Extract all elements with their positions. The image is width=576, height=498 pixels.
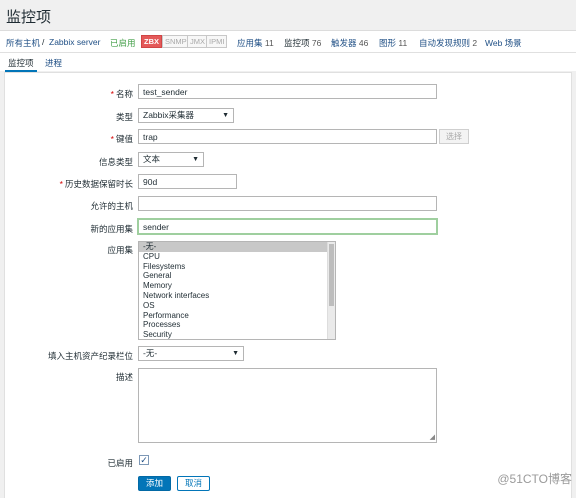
page-header: [0, 0, 576, 31]
applications-link[interactable]: 应用集 11: [237, 37, 274, 49]
graphs-count: 11: [398, 38, 408, 48]
inventory-field-label: 填入主机资产纪录栏位: [47, 351, 133, 361]
applications-option[interactable]: -无-: [139, 242, 335, 252]
key-label: * 键值: [110, 134, 133, 144]
history-label: * 历史数据保留时长: [59, 179, 133, 189]
ipmi-availability-badge: IPMI: [206, 35, 228, 48]
item-form: * 名称 test_sender 类型 Zabbix采集器 ▼ * 键值 trap …: [4, 72, 572, 498]
name-input[interactable]: test_sender: [138, 84, 437, 99]
web-scenarios-link[interactable]: Web 场景: [485, 37, 522, 49]
key-select-button[interactable]: 选择: [439, 129, 469, 144]
applications-option[interactable]: CPU: [139, 252, 335, 262]
applications-option[interactable]: Memory: [139, 281, 335, 291]
chevron-down-icon: ▼: [222, 112, 229, 119]
snmp-availability-badge: SNMP: [162, 35, 190, 48]
new-application-label: 新的应用集: [90, 224, 133, 234]
discovery-rules-count: 2: [472, 38, 478, 48]
discovery-rules-link[interactable]: 自动发现规则 2: [419, 37, 477, 49]
info-type-label: 信息类型: [98, 157, 133, 167]
host-status[interactable]: 已启用: [110, 37, 136, 49]
info-type-select[interactable]: 文本 ▼: [138, 152, 204, 167]
allowed-hosts-input[interactable]: [138, 196, 437, 211]
type-select-value: Zabbix采集器: [143, 110, 195, 120]
page-title: 监控项: [6, 9, 52, 26]
type-label: 类型: [115, 112, 133, 122]
allowed-hosts-label: 允许的主机: [90, 201, 133, 211]
chevron-down-icon: ▼: [192, 156, 199, 163]
graphs-link[interactable]: 图形 11: [379, 37, 407, 49]
tab-process[interactable]: 进程: [45, 57, 62, 69]
applications-listbox[interactable]: -无- CPU Filesystems General Memory Netwo…: [138, 241, 336, 340]
applications-option[interactable]: Filesystems: [139, 262, 335, 272]
info-type-select-value: 文本: [143, 154, 161, 164]
graphs-label: 图形: [379, 38, 397, 48]
all-hosts-link[interactable]: 所有主机: [6, 37, 40, 49]
applications-scrollbar[interactable]: [327, 242, 335, 339]
jmx-availability-badge: JMX: [187, 35, 208, 48]
watermark: @51CTO博客: [497, 472, 572, 486]
zbx-availability-badge: ZBX: [141, 35, 162, 48]
applications-label: 应用集: [107, 245, 133, 255]
items-label: 监控项: [284, 38, 310, 48]
resize-handle-icon[interactable]: ◢: [430, 433, 435, 441]
items-link[interactable]: 监控项 76: [284, 37, 321, 49]
applications-option[interactable]: General: [139, 271, 335, 281]
breadcrumb-separator: /: [42, 37, 45, 47]
enabled-checkbox[interactable]: ✓: [139, 455, 149, 465]
items-count: 76: [311, 38, 322, 48]
type-select[interactable]: Zabbix采集器 ▼: [138, 108, 234, 123]
new-application-input[interactable]: sender: [137, 218, 438, 235]
applications-option[interactable]: Performance: [139, 311, 335, 321]
triggers-label: 触发器: [331, 38, 357, 48]
description-label: 描述: [115, 372, 133, 382]
applications-count: 11: [264, 38, 274, 48]
applications-option[interactable]: Security: [139, 330, 335, 339]
description-textarea[interactable]: ◢: [138, 368, 437, 443]
name-label: * 名称: [110, 89, 133, 99]
inventory-field-select[interactable]: -无- ▼: [138, 346, 244, 361]
applications-option[interactable]: OS: [139, 301, 335, 311]
chevron-down-icon: ▼: [232, 350, 239, 357]
cancel-button[interactable]: 取消: [177, 476, 210, 491]
triggers-count: 46: [358, 38, 369, 48]
scrollbar-thumb[interactable]: [329, 244, 334, 306]
host-link[interactable]: Zabbix server: [49, 37, 101, 47]
applications-option[interactable]: Network interfaces: [139, 291, 335, 301]
host-navigation-bar: 所有主机 / Zabbix server 已启用 ZBX SNMP JMX IP…: [0, 31, 576, 53]
discovery-rules-label: 自动发现规则: [419, 38, 471, 48]
add-button[interactable]: 添加: [138, 476, 171, 491]
key-input[interactable]: trap: [138, 129, 437, 144]
inventory-field-select-value: -无-: [143, 348, 158, 358]
applications-label: 应用集: [237, 38, 263, 48]
checkmark-icon: ✓: [140, 455, 148, 465]
tab-bar: 监控项 进程: [0, 53, 576, 72]
history-input[interactable]: 90d: [138, 174, 237, 189]
tab-item[interactable]: 监控项: [5, 57, 36, 72]
applications-option[interactable]: Processes: [139, 320, 335, 330]
enabled-label: 已启用: [107, 458, 133, 468]
triggers-link[interactable]: 触发器 46: [331, 37, 368, 49]
